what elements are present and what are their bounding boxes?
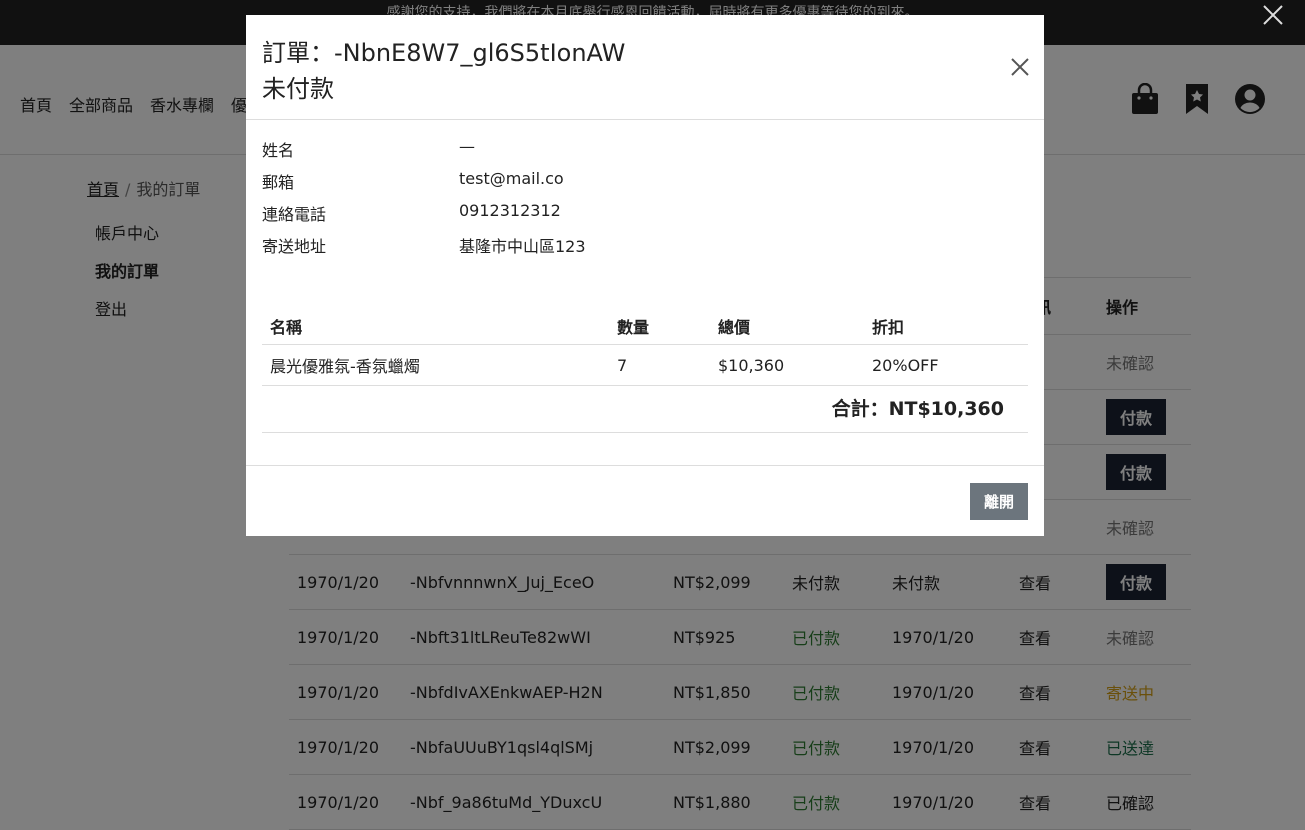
header-name: 名稱: [270, 317, 303, 337]
customer-info: 姓名 — 郵箱 test@mail.co 連絡電話 0912312312 寄送地址 基隆…: [262, 137, 586, 265]
info-value: 基隆市中山區123: [459, 237, 586, 256]
info-row-email: 郵箱 test@mail.co: [262, 169, 586, 201]
info-label: 寄送地址: [262, 237, 327, 256]
info-label: 郵箱: [262, 173, 295, 192]
leave-button[interactable]: 離開: [970, 483, 1028, 520]
info-row-address: 寄送地址 基隆市中山區123: [262, 233, 586, 265]
item-discount: 20%OFF: [872, 355, 939, 375]
modal-footer: 離開: [246, 465, 1044, 536]
info-label: 連絡電話: [262, 205, 327, 224]
info-row-phone: 連絡電話 0912312312: [262, 201, 586, 233]
header-qty: 數量: [617, 317, 650, 337]
order-detail-modal: 訂單：-NbnE8W7_gl6S5tIonAW 未付款 姓名 — 郵箱 test@m…: [246, 15, 1044, 536]
info-row-name: 姓名 —: [262, 137, 586, 169]
order-sum-row: 合計：NT$10,360: [262, 386, 1028, 433]
header-total: 總價: [718, 317, 751, 337]
info-value: —: [459, 137, 475, 156]
items-table-header: 名稱 數量 總價 折扣: [262, 307, 1028, 345]
info-value: 0912312312: [459, 201, 561, 220]
item-qty: 7: [617, 355, 628, 375]
order-status: 未付款: [262, 75, 334, 103]
item-total: $10,360: [718, 355, 785, 375]
modal-close-icon[interactable]: [1010, 57, 1030, 77]
order-title: 訂單：-NbnE8W7_gl6S5tIonAW: [262, 39, 626, 67]
order-sum: 合計：NT$10,360: [831, 398, 1004, 420]
close-icon[interactable]: [1262, 4, 1284, 26]
info-label: 姓名: [262, 141, 295, 160]
info-value: test@mail.co: [459, 169, 564, 188]
modal-header: 訂單：-NbnE8W7_gl6S5tIonAW 未付款: [246, 15, 1044, 120]
item-row: 晨光優雅氛-香氛蠟燭 7 $10,360 20%OFF: [262, 345, 1028, 386]
item-name: 晨光優雅氛-香氛蠟燭: [270, 357, 420, 376]
order-items-table: 名稱 數量 總價 折扣 晨光優雅氛-香氛蠟燭 7 $10,360 20%OFF …: [262, 307, 1028, 433]
header-discount: 折扣: [872, 317, 905, 337]
